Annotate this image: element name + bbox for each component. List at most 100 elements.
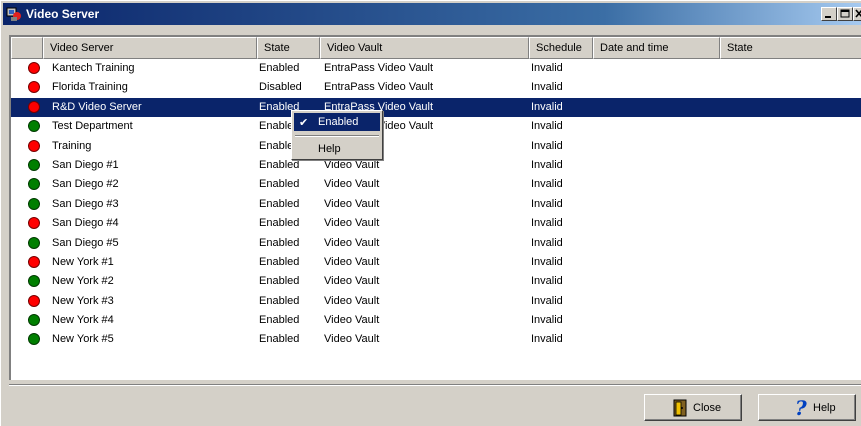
cell-name: Test Department	[52, 120, 133, 133]
context-menu-separator	[295, 135, 379, 137]
cell-state: Enabled	[259, 236, 300, 249]
help-button-label: Help	[813, 402, 836, 414]
cell-name: San Diego #3	[52, 197, 119, 210]
status-indicator-icon	[28, 158, 40, 171]
header-state-2[interactable]: State	[720, 37, 861, 59]
table-row[interactable]: New York #3 Enabled Video Vault Invalid	[11, 292, 861, 311]
status-indicator-icon	[28, 178, 40, 191]
cell-vault: Video Vault	[324, 197, 380, 210]
status-indicator-icon	[28, 236, 40, 249]
cell-state: Enabled	[259, 217, 300, 230]
cell-schedule: Invalid	[531, 100, 563, 113]
table-row[interactable]: New York #5 Enabled Video Vault Invalid	[11, 330, 861, 349]
cell-vault: Video Vault	[324, 275, 380, 288]
cell-vault: Video Vault	[324, 178, 380, 191]
header-video-server[interactable]: Video Server	[43, 37, 257, 59]
divider	[9, 384, 861, 386]
cell-schedule: Invalid	[531, 217, 563, 230]
cell-state: Enabled	[259, 158, 300, 171]
cell-name: San Diego #5	[52, 236, 119, 249]
cell-vault: EntraPass Video Vault	[324, 81, 434, 94]
window-title: Video Server	[26, 7, 100, 21]
cell-state: Enabled	[259, 275, 300, 288]
table-row[interactable]: Florida Training Disabled EntraPass Video …	[11, 78, 861, 97]
status-indicator-icon	[28, 139, 40, 152]
cell-schedule: Invalid	[531, 120, 563, 133]
checkmark-icon: ✔	[299, 117, 309, 129]
exit-door-icon	[673, 399, 689, 420]
table-row[interactable]: R&D Video Server Enabled EntraPass Video V…	[11, 97, 861, 118]
cell-vault: Video Vault	[324, 255, 380, 268]
header-state[interactable]: State	[257, 37, 320, 59]
cell-schedule: Invalid	[531, 81, 563, 94]
cell-vault: Video Vault	[324, 294, 380, 307]
list-header: Video Server State Video Vault Schedule …	[11, 37, 861, 59]
video-server-list[interactable]: Video Server State Video Vault Schedule …	[9, 35, 861, 380]
cell-state: Enabled	[259, 178, 300, 191]
minimize-button[interactable]	[821, 7, 837, 21]
cell-schedule: Invalid	[531, 139, 563, 152]
cell-name: New York #3	[52, 294, 114, 307]
table-row[interactable]: New York #1 Enabled Video Vault Invalid	[11, 253, 861, 272]
cell-name: Florida Training	[52, 81, 128, 94]
table-row[interactable]: New York #4 Enabled Video Vault Invalid	[11, 311, 861, 330]
cell-schedule: Invalid	[531, 197, 563, 210]
status-indicator-icon	[28, 314, 40, 327]
help-button[interactable]: ? Help	[758, 394, 856, 421]
table-row[interactable]: San Diego #4 Enabled Video Vault Invalid	[11, 214, 861, 233]
header-schedule[interactable]: Schedule	[529, 37, 593, 59]
table-row[interactable]: San Diego #5 Enabled Video Vault Invalid	[11, 234, 861, 253]
table-row[interactable]: TrainingEnabledVideo VaultInvalid	[11, 137, 861, 156]
table-row[interactable]: Test DepartmentEnabledEntraPass Video Va…	[11, 117, 861, 136]
table-row[interactable]: San Diego #1 Enabled Video Vault Invalid	[11, 156, 861, 175]
table-row[interactable]: Kantech Training Enabled EntraPass Video V…	[11, 59, 861, 78]
table-row[interactable]: San Diego #2 Enabled Video Vault Invalid	[11, 175, 861, 194]
cell-name: R&D Video Server	[52, 100, 142, 113]
title-bar[interactable]: Video Server	[3, 3, 861, 25]
header-date-and-time[interactable]: Date and time	[593, 37, 720, 59]
cell-name: San Diego #4	[52, 217, 119, 230]
cell-state: Enabled	[259, 333, 300, 346]
status-indicator-icon	[28, 100, 40, 113]
cell-schedule: Invalid	[531, 236, 563, 249]
list-rows: Kantech Training Enabled EntraPass Video V…	[11, 59, 861, 350]
maximize-button[interactable]	[837, 7, 853, 21]
cell-schedule: Invalid	[531, 314, 563, 327]
cell-schedule: Invalid	[531, 275, 563, 288]
cell-schedule: Invalid	[531, 158, 563, 171]
cell-state: Enabled	[259, 197, 300, 210]
video-server-window: Video Server Video Server State Video Va…	[0, 0, 861, 426]
cell-name: San Diego #1	[52, 158, 119, 171]
context-menu-label: Help	[318, 143, 341, 155]
close-button[interactable]: Close	[644, 394, 742, 421]
status-indicator-icon	[28, 217, 40, 230]
table-row[interactable]: San Diego #3 Enabled Video Vault Invalid	[11, 195, 861, 214]
context-menu-label: Enabled	[318, 116, 359, 128]
cell-name: New York #4	[52, 314, 114, 327]
close-window-button[interactable]	[853, 7, 861, 21]
context-menu-item-help[interactable]: Help	[294, 140, 380, 158]
maximize-icon	[840, 9, 850, 18]
cell-schedule: Invalid	[531, 255, 563, 268]
minimize-icon	[825, 16, 831, 18]
cell-name: New York #5	[52, 333, 114, 346]
cell-vault: Video Vault	[324, 333, 380, 346]
status-indicator-icon	[28, 81, 40, 94]
context-menu-item-enabled[interactable]: ✔ Enabled	[294, 113, 380, 131]
video-server-icon	[6, 6, 22, 22]
context-menu: ✔ Enabled Help	[291, 110, 383, 160]
cell-schedule: Invalid	[531, 62, 563, 74]
cell-state: Enabled	[259, 314, 300, 327]
status-indicator-icon	[28, 294, 40, 307]
cell-state: Enabled	[259, 62, 300, 74]
close-icon	[855, 9, 861, 18]
cell-name: Kantech Training	[52, 62, 135, 74]
cell-schedule: Invalid	[531, 178, 563, 191]
header-status-column[interactable]	[11, 37, 43, 59]
cell-name: San Diego #2	[52, 178, 119, 191]
table-row[interactable]: New York #2 Enabled Video Vault Invalid	[11, 272, 861, 291]
status-indicator-icon	[28, 275, 40, 288]
status-indicator-icon	[28, 197, 40, 210]
header-video-vault[interactable]: Video Vault	[320, 37, 529, 59]
cell-state: Enabled	[259, 255, 300, 268]
